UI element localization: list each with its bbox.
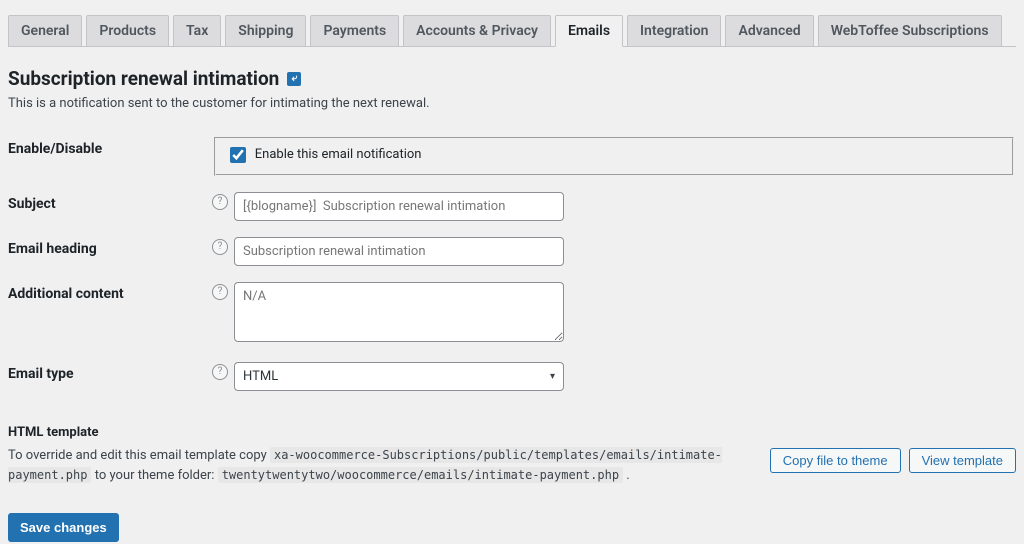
page-title: Subscription renewal intimation ⤶ xyxy=(8,67,1016,90)
tab-general[interactable]: General xyxy=(8,15,82,47)
settings-tabs: General Products Tax Shipping Payments A… xyxy=(8,0,1016,47)
tab-tax[interactable]: Tax xyxy=(173,15,221,47)
email-type-select[interactable]: HTML ▾ xyxy=(234,362,564,391)
additional-label: Additional content xyxy=(8,274,212,354)
tab-webtoffee[interactable]: WebToffee Subscriptions xyxy=(818,15,1002,47)
enable-label: Enable/Disable xyxy=(8,129,212,184)
template-description: To override and edit this email template… xyxy=(8,446,750,488)
subject-label: Subject xyxy=(8,184,212,229)
html-template-heading: HTML template xyxy=(8,425,1016,440)
copy-file-button[interactable]: Copy file to theme xyxy=(770,448,901,473)
additional-content-input[interactable] xyxy=(234,282,564,342)
heading-label: Email heading xyxy=(8,229,212,274)
save-changes-button[interactable]: Save changes xyxy=(8,513,119,542)
help-icon[interactable]: ? xyxy=(212,194,228,210)
tab-emails[interactable]: Emails xyxy=(555,15,623,47)
help-icon[interactable]: ? xyxy=(212,284,228,300)
page-title-text: Subscription renewal intimation xyxy=(8,67,279,90)
chevron-down-icon: ▾ xyxy=(550,371,555,382)
page-description: This is a notification sent to the custo… xyxy=(8,96,1016,111)
email-type-selected: HTML xyxy=(243,369,278,384)
help-icon[interactable]: ? xyxy=(212,364,228,380)
help-icon[interactable]: ? xyxy=(212,239,228,255)
tab-payments[interactable]: Payments xyxy=(310,15,399,47)
enable-checkbox[interactable] xyxy=(230,147,246,163)
view-template-button[interactable]: View template xyxy=(909,448,1016,473)
tab-integration[interactable]: Integration xyxy=(627,15,721,47)
tab-products[interactable]: Products xyxy=(86,15,169,47)
tab-shipping[interactable]: Shipping xyxy=(225,15,306,47)
heading-input[interactable] xyxy=(234,237,564,266)
subject-input[interactable] xyxy=(234,192,564,221)
tab-accounts[interactable]: Accounts & Privacy xyxy=(403,15,551,47)
back-icon[interactable]: ⤶ xyxy=(287,72,301,86)
email-type-label: Email type xyxy=(8,354,212,399)
template-dest-path: twentytwentytwo/woocommerce/emails/intim… xyxy=(218,467,623,483)
enable-checkbox-label: Enable this email notification xyxy=(255,147,422,162)
tab-advanced[interactable]: Advanced xyxy=(725,15,813,47)
